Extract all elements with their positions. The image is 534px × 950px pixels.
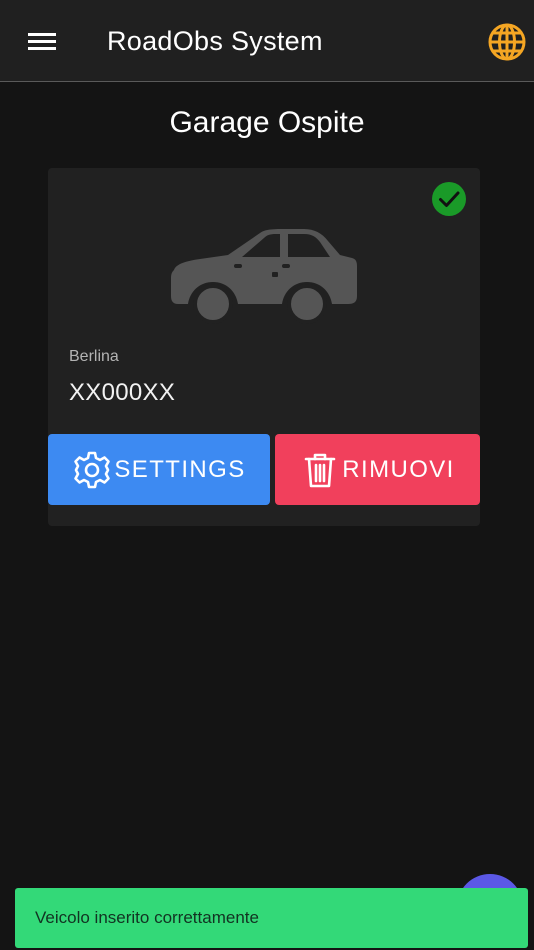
status-badge: [432, 182, 466, 216]
settings-button[interactable]: SETTINGS: [48, 434, 270, 505]
remove-button-label: RIMUOVI: [342, 455, 455, 483]
globe-icon: [488, 23, 526, 61]
vehicle-plate: XX000XX: [69, 379, 176, 406]
hamburger-menu-icon: [28, 33, 56, 50]
vehicle-card: Berlina XX000XX SETTINGS RIMUOVI: [48, 168, 480, 526]
language-button[interactable]: [486, 21, 528, 63]
app-title: RoadObs System: [107, 26, 323, 56]
vehicle-image: [164, 224, 364, 324]
gear-icon: [72, 450, 112, 490]
menu-button[interactable]: [22, 24, 62, 58]
app-bar: RoadObs System: [0, 0, 534, 82]
page-title: Garage Ospite: [169, 106, 365, 139]
check-circle-icon: [432, 182, 466, 216]
snackbar: Veicolo inserito correttamente: [15, 888, 528, 948]
remove-button[interactable]: RIMUOVI: [275, 434, 480, 505]
settings-button-label: SETTINGS: [114, 455, 246, 483]
app-root: RoadObs System Garage Ospite Berlina XX0…: [0, 0, 534, 950]
vehicle-type-label: Berlina: [69, 348, 119, 365]
trash-icon: [300, 450, 340, 490]
snackbar-message: Veicolo inserito correttamente: [35, 908, 259, 927]
sedan-car-icon: [171, 229, 357, 324]
